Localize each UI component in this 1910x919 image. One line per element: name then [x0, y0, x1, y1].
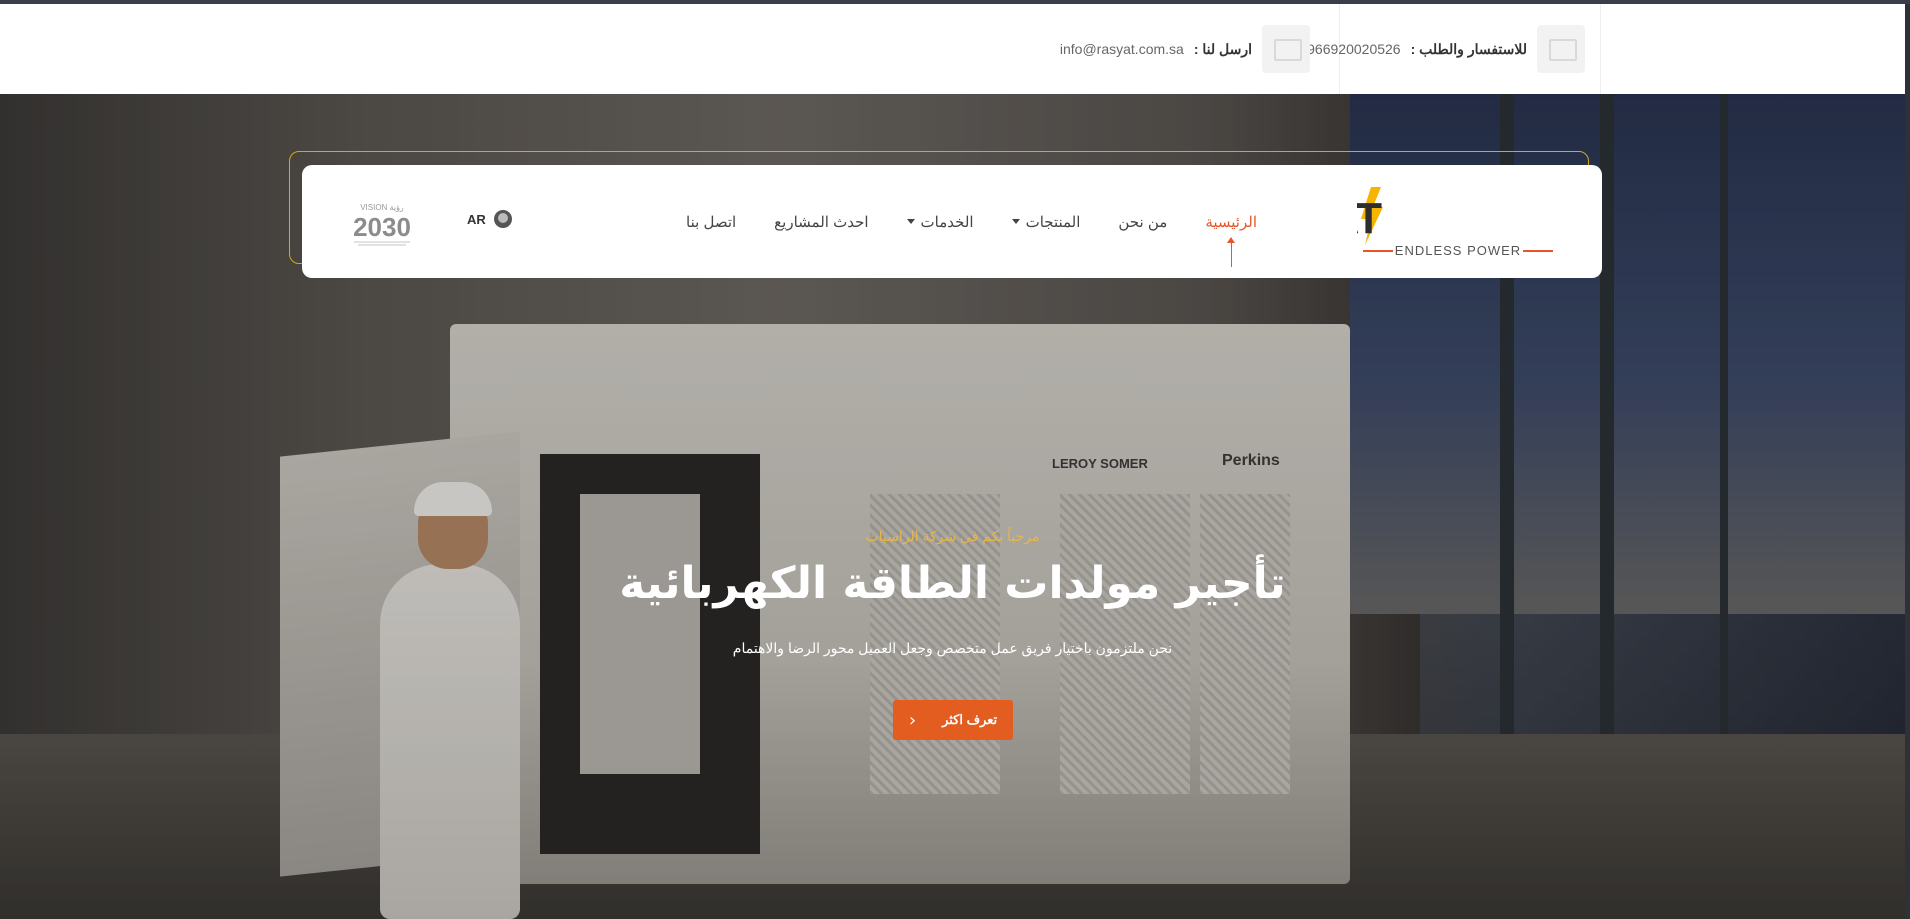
language-label: AR	[467, 211, 486, 227]
nav-item-label: المنتجات	[1025, 213, 1081, 231]
inquiry-contact[interactable]: للاستفسار والطلب : 00966920020526	[1292, 4, 1585, 94]
divider	[1600, 4, 1601, 94]
email-icon	[1262, 25, 1310, 73]
main-navbar: RASYAT ENDLESS POWER الرئيسية من نحن الم…	[302, 165, 1602, 278]
nav-item-home[interactable]: الرئيسية	[1205, 213, 1257, 267]
nav-item-about[interactable]: من نحن	[1118, 213, 1167, 231]
hero-welcome-text: مرحباً بكم في شركة الراسيات	[865, 528, 1040, 544]
phone-icon	[1537, 25, 1585, 73]
hero-headline: تأجير مولدات الطاقة الكهربائية	[619, 558, 1286, 609]
rasyat-logo-icon: RASYAT ENDLESS POWER	[1213, 187, 1553, 258]
nav-item-label: احدث المشاريع	[774, 213, 869, 231]
nav-item-label: من نحن	[1118, 213, 1168, 231]
logo-wordmark: RASYAT	[1357, 194, 1382, 243]
nav-item-services[interactable]: الخدمات	[906, 213, 974, 231]
learn-more-label: تعرف اكثر	[942, 712, 998, 727]
vision-2030-icon: VISION رؤية 2030	[353, 203, 411, 246]
nav-item-projects[interactable]: احدث المشاريع	[774, 213, 868, 231]
inquiry-label: للاستفسار والطلب :	[1410, 40, 1527, 57]
active-indicator-icon	[1227, 236, 1236, 267]
nav-menu: الرئيسية من نحن المنتجات الخدمات احدث ال…	[686, 165, 1257, 278]
vision-logo-top: VISION رؤية	[360, 203, 404, 212]
caret-down-icon	[1011, 219, 1020, 224]
site-logo[interactable]: RASYAT ENDLESS POWER	[1213, 185, 1557, 261]
nav-item-contact[interactable]: اتصل بنا	[686, 213, 736, 231]
logo-tagline: ENDLESS POWER	[1395, 243, 1521, 258]
contact-bar: للاستفسار والطلب : 00966920020526 ارسل ل…	[0, 4, 1905, 94]
scrollbar[interactable]	[1905, 4, 1910, 919]
vision-2030-logo: VISION رؤية 2030	[346, 200, 418, 248]
email-contact[interactable]: ارسل لنا : info@rasyat.com.sa	[1060, 4, 1310, 94]
nav-item-label: اتصل بنا	[686, 213, 737, 231]
email-label: ارسل لنا :	[1193, 40, 1252, 57]
vision-logo-year: 2030	[353, 212, 411, 242]
language-switcher[interactable]: AR	[467, 210, 512, 228]
caret-down-icon	[906, 219, 915, 224]
hero-subline: نحن ملتزمون باختيار فريق عمل متخصص وجعل …	[732, 640, 1173, 656]
chevron-left-icon: ‹	[908, 709, 917, 731]
nav-item-label: الخدمات	[920, 213, 974, 231]
nav-item-label: الرئيسية	[1205, 213, 1257, 231]
globe-icon	[493, 210, 512, 228]
learn-more-button[interactable]: تعرف اكثر ‹	[893, 700, 1013, 740]
email-address[interactable]: info@rasyat.com.sa	[1060, 41, 1184, 57]
nav-item-products[interactable]: المنتجات	[1011, 213, 1081, 231]
